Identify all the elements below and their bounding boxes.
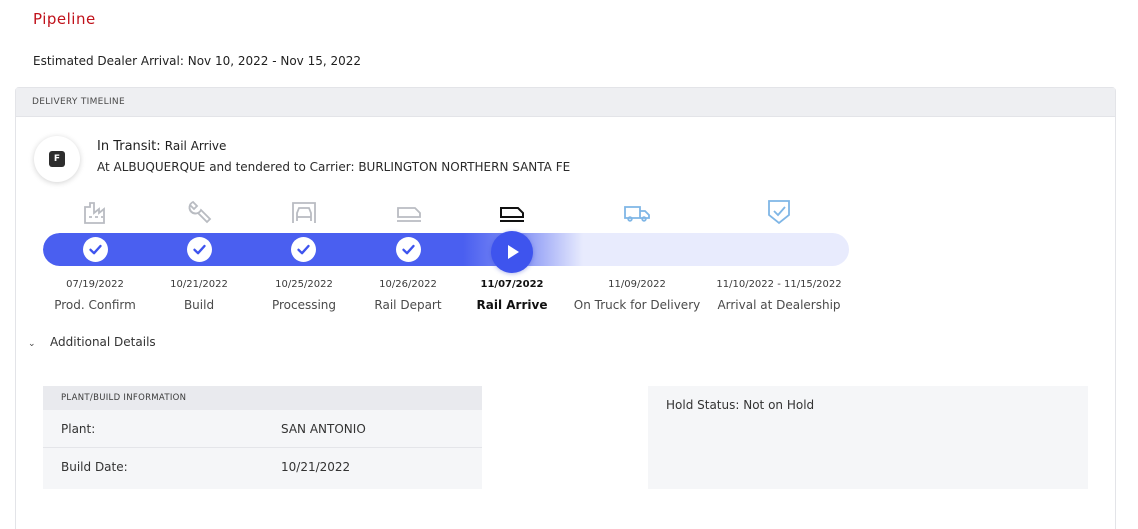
page-title: Pipeline [33,10,96,28]
stage-date: 11/10/2022 - 11/15/2022 [716,279,842,290]
status-icon: F [34,136,80,182]
stage-label: Arrival at Dealership [717,298,841,312]
build-date-value: 10/21/2022 [281,460,351,474]
estimated-arrival: Estimated Dealer Arrival: Nov 10, 2022 -… [33,54,362,68]
chevron-down-icon[interactable]: ⌄ [28,339,42,349]
plant-value: SAN ANTONIO [281,422,366,436]
truck-icon [623,199,651,225]
plant-row: Plant: SAN ANTONIO [43,410,482,448]
check-icon [291,237,316,262]
hold-status-box: Hold Status: Not on Hold [648,386,1088,489]
shield-check-icon [765,199,793,225]
additional-details-label[interactable]: Additional Details [50,335,156,349]
stage-date: 11/09/2022 [608,279,666,290]
check-icon [396,237,421,262]
wrench-icon [186,199,214,225]
car-wash-icon [290,199,318,225]
stage-label: On Truck for Delivery [573,298,701,312]
play-icon [491,231,533,273]
build-date-label: Build Date: [61,460,128,474]
transit-status-value: Rail Arrive [164,139,227,153]
factory-icon [82,199,110,225]
transit-detail: At ALBUQUERQUE and tendered to Carrier: … [97,160,571,174]
build-date-row: Build Date: 10/21/2022 [43,448,482,486]
plant-build-header: PLANT/BUILD INFORMATION [43,386,482,410]
plant-label: Plant: [61,422,96,436]
additional-details-toggle[interactable]: ⌄ Additional Details [28,335,156,349]
hold-status: Hold Status: Not on Hold [666,398,815,412]
transit-status-label: In Transit: [97,139,161,154]
transit-status: In Transit: Rail Arrive [97,139,226,154]
delivery-timeline-header: DELIVERY TIMELINE [16,88,1115,117]
plant-build-info: PLANT/BUILD INFORMATION Plant: SAN ANTON… [43,386,482,489]
progress-track [43,233,849,266]
check-icon [83,237,108,262]
rail-depart-icon [395,199,423,225]
rail-arrive-icon [498,199,526,225]
status-badge: F [49,151,65,167]
check-icon [187,237,212,262]
